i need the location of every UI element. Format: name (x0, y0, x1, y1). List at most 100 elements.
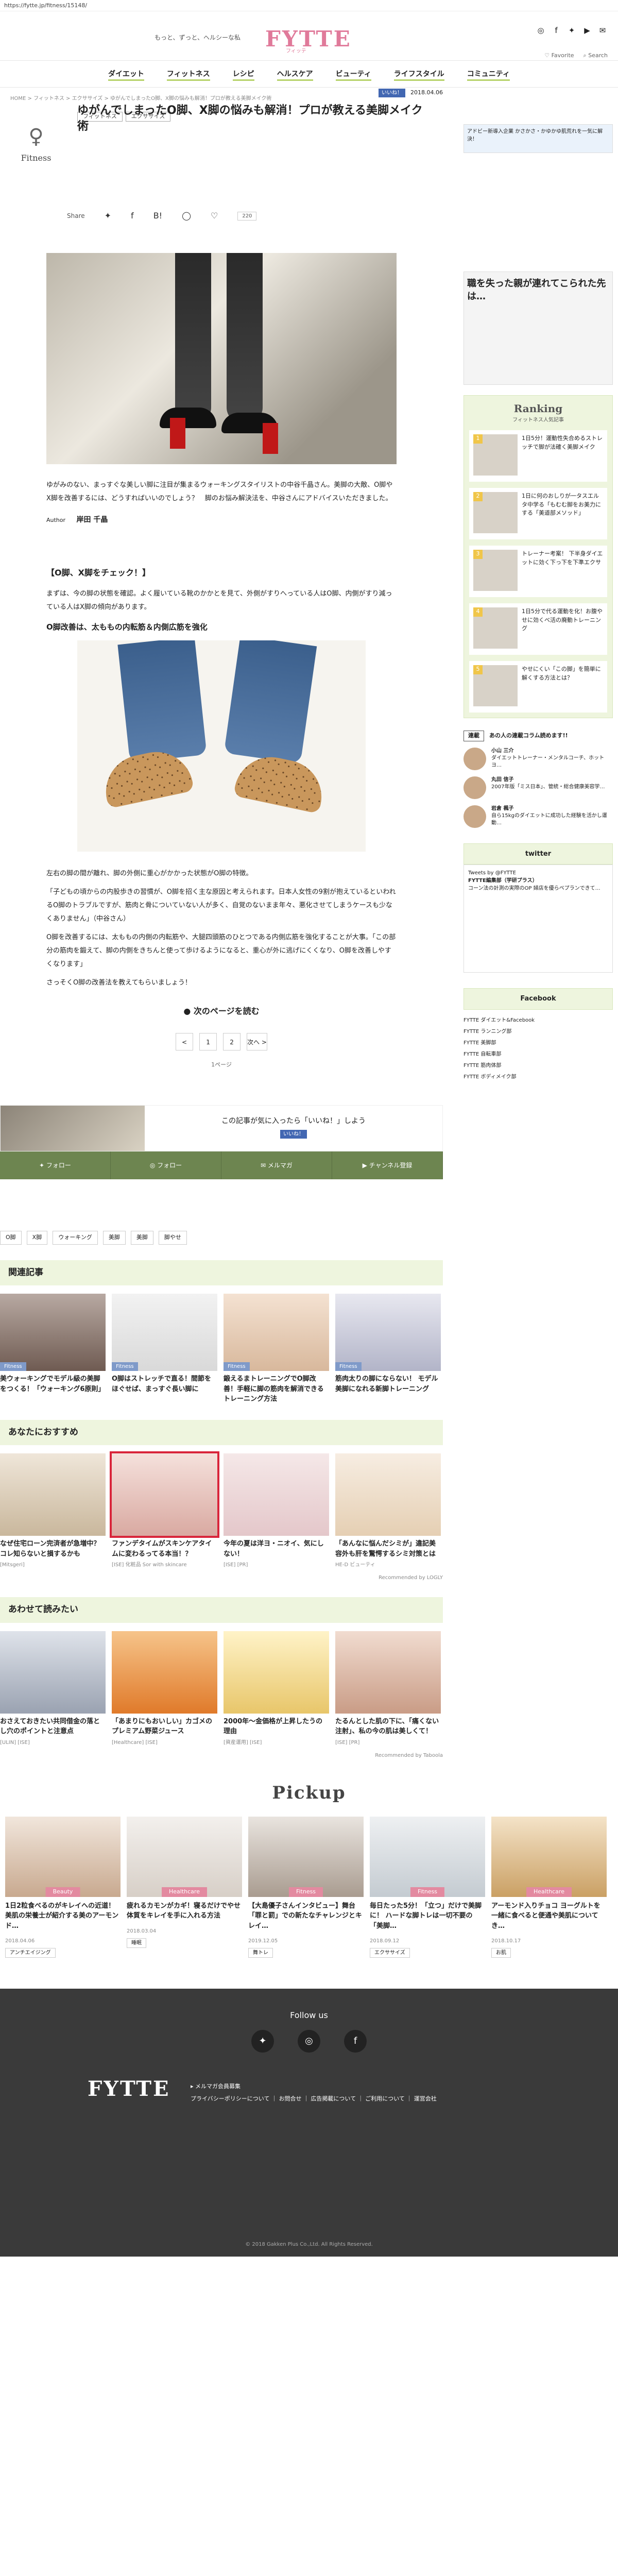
category-badge[interactable]: ♀ Fitness (5, 110, 67, 172)
footer-links[interactable]: プライバシーポリシーについて ｜ お問合せ ｜ 広告掲載について ｜ ご利用につ… (191, 2093, 437, 2105)
newsletter-link[interactable]: ▸ メルマガ会員募集 (191, 2080, 437, 2093)
search-button[interactable]: ⌕ Search (583, 52, 608, 60)
pickup-card[interactable]: Healthcare 疲れるカモンがカギ！寝るだけでやせ体質をキレイを手に入れる方… (127, 1816, 242, 1958)
nav-community[interactable]: コミュニティ (456, 61, 521, 87)
nav-lifestyle[interactable]: ライフスタイル (383, 61, 456, 87)
fb-link[interactable]: FYTTE ランニング部 (464, 1026, 613, 1038)
site-logo[interactable]: FYTTE (265, 23, 352, 55)
facebook-share-icon[interactable]: f (131, 210, 134, 222)
recommend-card[interactable]: 今年の夏は洋ヨ・ニオイ、気にしない！ [ISE] [PR] (224, 1453, 329, 1569)
card-tag[interactable]: エクササイズ (370, 1948, 410, 1958)
fb-like-button[interactable]: いいね！ (379, 88, 406, 97)
instagram-icon[interactable]: ◎ (536, 25, 546, 35)
follow-twitter[interactable]: ✦ フォロー (0, 1151, 111, 1179)
card-tag[interactable]: 舞トレ (248, 1948, 273, 1958)
mail-icon[interactable]: ✉ (597, 25, 608, 35)
card-tag[interactable]: お肌 (491, 1948, 511, 1958)
fb-link[interactable]: FYTTE ボディメイク部 (464, 1072, 613, 1083)
recommend-card[interactable]: なぜ住宅ローン完済者が急増中？ コレ知らないと損するかも [Mitsgeri] (0, 1453, 106, 1569)
serial-panel: 連載 あの人の連載コラム読めます!! 小山 三介 ダイエットトレーナー・メンタルコー… (464, 731, 613, 828)
readalso-card[interactable]: たるんとした肌の下に、「痛くない注射」、私の今の肌は美しくて！ [ISE] [PR… (335, 1631, 441, 1747)
facebook-icon[interactable]: f (551, 25, 561, 35)
related-card[interactable]: Fitness 美ウォーキングでモデル級の美脚をつくる！「ウォーキング6原則」 (0, 1294, 106, 1404)
serial-badge: 連載 (464, 731, 484, 741)
recommend-card[interactable]: 「あんなに悩んだシミが」違記美容外も肝を驚愕するシミ対策とは HE-D ビューティ (335, 1453, 441, 1569)
nav-healthcare[interactable]: ヘルスケア (266, 61, 324, 87)
one-page-link[interactable]: 1ページ (46, 1061, 397, 1070)
twitter-embed[interactable]: Tweets by @FYTTE FYTTE編集部（学研プラス） コーン法の計測… (464, 865, 613, 973)
card-tag[interactable]: 睡眠 (127, 1938, 146, 1948)
follow-instagram[interactable]: ◎ フォロー (111, 1151, 221, 1179)
columnist[interactable]: 丸田 信子 2007年版「ミス日本」、管統・総合健康美容学… (464, 776, 613, 799)
card-source: [Mitsgeri] (0, 1562, 25, 1568)
body-paragraph: 左右の脚の間が離れ、脚の外側に重心がかかった状態がO脚の特徴。 (46, 869, 253, 877)
url-bar[interactable]: https://fytte.jp/fitness/15148/ (0, 0, 618, 11)
footer-instagram-icon[interactable]: ◎ (298, 2030, 320, 2053)
keyword-tag[interactable]: ウォーキング (53, 1231, 98, 1245)
ranking-item[interactable]: 3 トレーナー考案！ 下半身ダイエットに効く下っ下を下準エクサ (469, 546, 607, 597)
like-box-button[interactable]: いいね！ (280, 1130, 307, 1139)
fb-link[interactable]: FYTTE ダイエット&Facebook (464, 1015, 613, 1026)
footer-logo[interactable]: FYTTE (88, 2074, 170, 2105)
card-label: Healthcare (162, 1887, 207, 1897)
twitter-icon[interactable]: ✦ (566, 25, 577, 35)
readalso-credit[interactable]: Recommended by Taboola (0, 1752, 443, 1759)
favorite-button[interactable]: ♡ Favorite (544, 52, 574, 60)
keyword-tag[interactable]: 脚やせ (158, 1231, 187, 1245)
ranking-item[interactable]: 1 1日5分！運動性失合めるストレッチで脚が法確く美脚メイク (469, 430, 607, 482)
recommend-credit[interactable]: Recommended by LOGLY (0, 1574, 443, 1582)
body-paragraph: O脚を改善するには、太ももの内側の内転筋や、大腿四頭筋のひとつである内側広筋を強… (46, 933, 396, 968)
footer-facebook-icon[interactable]: f (344, 2030, 367, 2053)
nav-fitness[interactable]: フィットネス (156, 61, 221, 87)
nav-recipe[interactable]: レシピ (221, 61, 266, 87)
fb-link[interactable]: FYTTE 筋肉体部 (464, 1060, 613, 1072)
sidebar-ad-banner[interactable]: アドビー新導入企業 かさかさ・かゆかゆ肌荒れを一気に解決！ (464, 124, 613, 153)
related-card[interactable]: Fitness O脚はストレッチで直る！間節をほぐせば、まっすぐ長い脚に (112, 1294, 217, 1404)
next-page-link[interactable]: ● 次のページを読む (46, 1005, 397, 1018)
follow-mail[interactable]: ✉ メルマガ (221, 1151, 332, 1179)
twitter-share-icon[interactable]: ✦ (105, 210, 111, 222)
readalso-card[interactable]: 2000年〜金価格が上昇したうの理由 [資産運用] [ISE] (224, 1631, 329, 1747)
favorite-heart-icon[interactable]: ♡ (211, 210, 218, 222)
site-header: もっと、ずっと、ヘルシーな私 FYTTE フィッテ ◎ f ✦ ▶ ✉ ♡ Fa… (0, 11, 618, 61)
keyword-tag[interactable]: X脚 (26, 1231, 48, 1245)
sidebar-ad-manga[interactable]: 職を失った親が連れてこられた先は… (464, 272, 613, 385)
author-name[interactable]: 岸田 千晶 (77, 516, 108, 524)
ranking-item[interactable]: 5 やせにくい「この脚」を簡単に解くする方法とは？ (469, 661, 607, 713)
pager-prev[interactable]: < (176, 1032, 194, 1050)
columnist[interactable]: 小山 三介 ダイエットトレーナー・メンタルコーチ、ホットヨ… (464, 747, 613, 770)
ranking-panel: Ranking フィットネス人気記事 1 1日5分！運動性失合めるストレッチで脚が… (464, 395, 613, 718)
keyword-tag[interactable]: O脚 (0, 1231, 22, 1245)
ranking-item[interactable]: 4 1日5分で代る運動を化！お腹やせに効くべ活の廃動トレーニング (469, 603, 607, 655)
fb-link[interactable]: FYTTE 美脚部 (464, 1038, 613, 1049)
pickup-card[interactable]: Fitness 【大島優子さんインタビュー】舞台「罪と罰」での新たなチャレンジとキ… (248, 1816, 364, 1958)
pickup-card[interactable]: Healthcare アーモンド入りチョコ ヨーグルトを一緒に食べると便通や美肌に… (491, 1816, 607, 1958)
pickup-card[interactable]: Beauty 1日2粒食べるのがキレイへの近道！美肌の栄養士が紹介する美のアーモン… (5, 1816, 121, 1958)
line-share-icon[interactable]: ◯ (182, 210, 191, 222)
global-nav: ダイエット フィットネス レシピ ヘルスケア ビューティ ライフスタイル コミュ… (0, 61, 618, 88)
related-card[interactable]: Fitness 筋肉太りの脚にならない！ モデル美脚になれる新脚トレーニング (335, 1294, 441, 1404)
pager-1[interactable]: 1 (199, 1032, 217, 1050)
pickup-card[interactable]: Fitness 毎日たった5分！「立つ」だけで美脚に！ ハードな脚トレは一切不要の… (370, 1816, 485, 1958)
card-tag[interactable]: アンチエイジング (5, 1948, 56, 1958)
nav-beauty[interactable]: ビューティ (324, 61, 383, 87)
follow-youtube[interactable]: ▶ チャンネル登録 (332, 1151, 443, 1179)
keyword-tag[interactable]: 美脚 (102, 1231, 126, 1245)
columnist[interactable]: 岩倉 楓子 自ら15kgのダイエットに成功した経験を活かし運動… (464, 805, 613, 828)
card-title: 毎日たった5分！「立つ」だけで美脚に！ ハードな脚トレは一切不要の「美脚… (370, 1902, 482, 1930)
readalso-card[interactable]: 「あまりにもおいしい」カゴメのプレミアム野菜ジュース [Healthcare] [… (112, 1631, 217, 1747)
recommend-card[interactable]: ファンデタイムがスキンケアタイムに変わるってる本当！？ [ISE] 化粧品 Sor… (110, 1451, 219, 1569)
tagline: もっと、ずっと、ヘルシーな私 (154, 34, 241, 41)
hero-image (46, 253, 397, 464)
readalso-card[interactable]: おさえておきたい共同借金の落とし穴のポイントと注意点 [ULIN] [ISE] (0, 1631, 106, 1747)
fb-link[interactable]: FYTTE 自転車部 (464, 1049, 613, 1060)
pager-next[interactable]: 次へ > (247, 1032, 267, 1050)
keyword-tag[interactable]: 美脚 (130, 1231, 153, 1245)
related-card[interactable]: Fitness 鍛えるまトレーニングでO脚改善！手軽に脚の筋肉を解消できるトレーニ… (224, 1294, 329, 1404)
pager-2[interactable]: 2 (223, 1032, 241, 1050)
hatena-bookmark-icon[interactable]: B! (153, 210, 162, 222)
footer-twitter-icon[interactable]: ✦ (251, 2030, 274, 2053)
youtube-icon[interactable]: ▶ (582, 25, 592, 35)
ranking-item[interactable]: 2 1日に何のおしりが一タスエルタ中学る「もむむ脚をお美力にする「美道部メソッド」 (469, 488, 607, 539)
nav-diet[interactable]: ダイエット (97, 61, 156, 87)
